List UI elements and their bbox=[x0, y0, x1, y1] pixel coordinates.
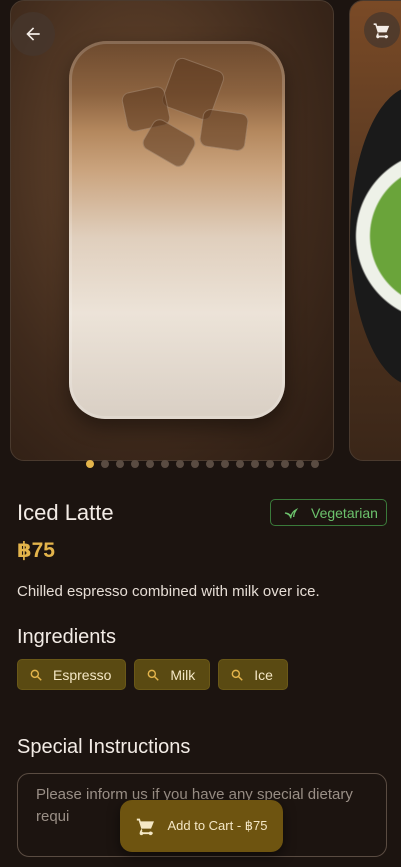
carousel-dot[interactable] bbox=[161, 460, 169, 468]
carousel-indicator bbox=[86, 460, 319, 468]
ingredient-chips: Espresso Milk Ice bbox=[17, 659, 288, 690]
ingredient-chip-espresso[interactable]: Espresso bbox=[17, 659, 127, 690]
product-description: Chilled espresso combined with milk over… bbox=[17, 583, 320, 600]
special-instructions-heading: Special Instructions bbox=[17, 736, 191, 758]
cart-icon bbox=[373, 23, 390, 39]
carousel-dot[interactable] bbox=[266, 460, 274, 468]
ingredient-chip-label: Espresso bbox=[53, 666, 112, 683]
carousel-dot[interactable] bbox=[206, 460, 214, 468]
carousel-dot[interactable] bbox=[296, 460, 304, 468]
carousel-dot[interactable] bbox=[86, 460, 94, 468]
product-price: ฿75 bbox=[17, 539, 55, 562]
product-image-next[interactable] bbox=[349, 0, 401, 461]
leaf-icon bbox=[284, 507, 299, 519]
carousel-dot[interactable] bbox=[131, 460, 139, 468]
back-arrow-icon bbox=[26, 27, 40, 41]
carousel-dot[interactable] bbox=[146, 460, 154, 468]
product-image-latte[interactable] bbox=[10, 0, 334, 461]
ingredient-chip-milk[interactable]: Milk bbox=[134, 659, 211, 690]
carousel-dot[interactable] bbox=[251, 460, 259, 468]
search-icon bbox=[30, 669, 42, 681]
matcha-plate-illustration bbox=[350, 86, 401, 386]
latte-glass-illustration bbox=[69, 41, 285, 419]
carousel-dot[interactable] bbox=[116, 460, 124, 468]
back-button[interactable] bbox=[11, 12, 55, 56]
search-icon bbox=[147, 669, 160, 681]
ingredient-chip-label: Ice bbox=[254, 666, 273, 683]
ingredient-chip-ice[interactable]: Ice bbox=[218, 659, 288, 690]
carousel-dot[interactable] bbox=[311, 460, 319, 468]
product-title: Iced Latte bbox=[17, 500, 114, 525]
carousel-dot[interactable] bbox=[221, 460, 229, 468]
carousel-dot[interactable] bbox=[236, 460, 244, 468]
add-to-cart-label: Add to Cart - ฿75 bbox=[167, 818, 268, 833]
cart-button[interactable] bbox=[364, 12, 400, 48]
cart-icon bbox=[137, 818, 155, 836]
carousel-dot[interactable] bbox=[191, 460, 199, 468]
carousel-dot[interactable] bbox=[101, 460, 109, 468]
vegetarian-label: Vegetarian bbox=[311, 504, 378, 521]
add-to-cart-button[interactable]: Add to Cart - ฿75 bbox=[120, 800, 283, 852]
carousel-dot[interactable] bbox=[176, 460, 184, 468]
ingredients-heading: Ingredients bbox=[17, 626, 116, 648]
vegetarian-badge: Vegetarian bbox=[270, 499, 387, 526]
carousel-dot[interactable] bbox=[281, 460, 289, 468]
search-icon bbox=[231, 669, 244, 681]
ingredient-chip-label: Milk bbox=[170, 666, 196, 683]
image-carousel[interactable] bbox=[0, 0, 401, 462]
